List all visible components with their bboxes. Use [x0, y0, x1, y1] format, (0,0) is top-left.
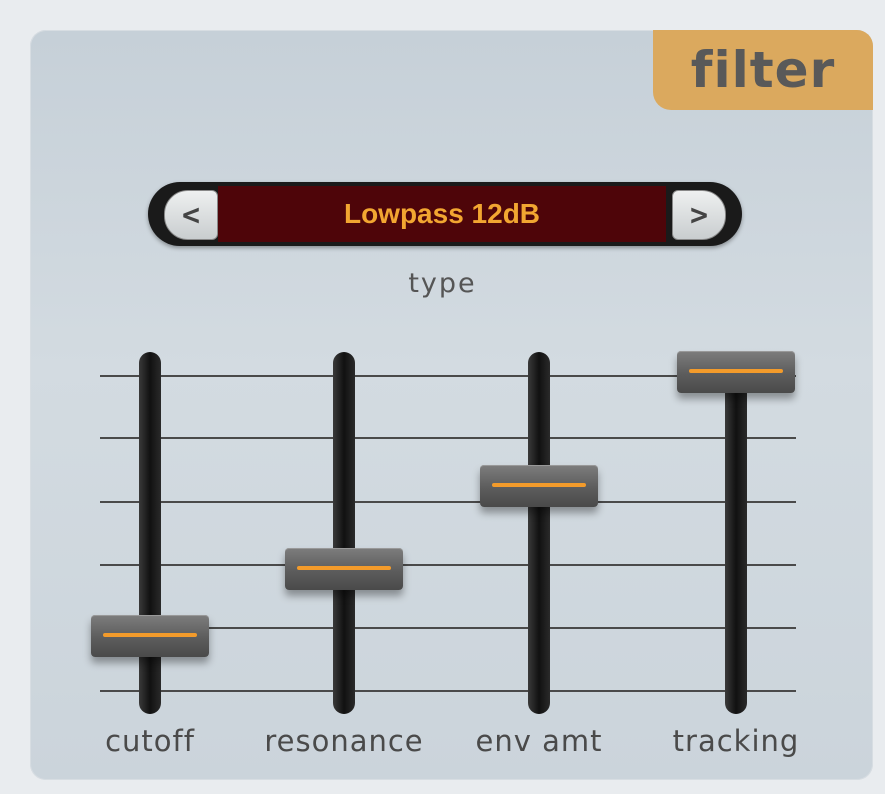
tracking-label: tracking	[672, 724, 800, 758]
resonance-slider-track[interactable]	[333, 352, 355, 714]
next-type-button[interactable]: >	[672, 190, 726, 240]
cutoff-label: cutoff	[105, 724, 195, 758]
module-title-tag: filter	[653, 30, 873, 110]
cutoff-slider-thumb[interactable]	[91, 614, 209, 657]
tracking-slider-thumb[interactable]	[677, 351, 795, 393]
scale-line	[100, 501, 796, 503]
cutoff-slider-track[interactable]	[139, 352, 161, 714]
env-amt-slider-track[interactable]	[528, 352, 550, 714]
tracking-slider-track[interactable]	[725, 352, 747, 714]
prev-type-button[interactable]: <	[164, 190, 218, 240]
filter-type-selector: < Lowpass 12dB >	[148, 182, 742, 246]
module-title: filter	[690, 41, 836, 99]
env-amt-slider-thumb[interactable]	[480, 465, 598, 508]
filter-type-display: Lowpass 12dB	[218, 186, 666, 242]
resonance-label: resonance	[264, 724, 424, 758]
scale-line	[100, 690, 796, 692]
resonance-slider-thumb[interactable]	[285, 548, 403, 591]
scale-line	[100, 564, 796, 566]
filter-type-value: Lowpass 12dB	[343, 198, 541, 229]
env-amt-label: env amt	[475, 724, 603, 758]
scale-line	[100, 437, 796, 439]
type-caption: type	[408, 268, 477, 299]
